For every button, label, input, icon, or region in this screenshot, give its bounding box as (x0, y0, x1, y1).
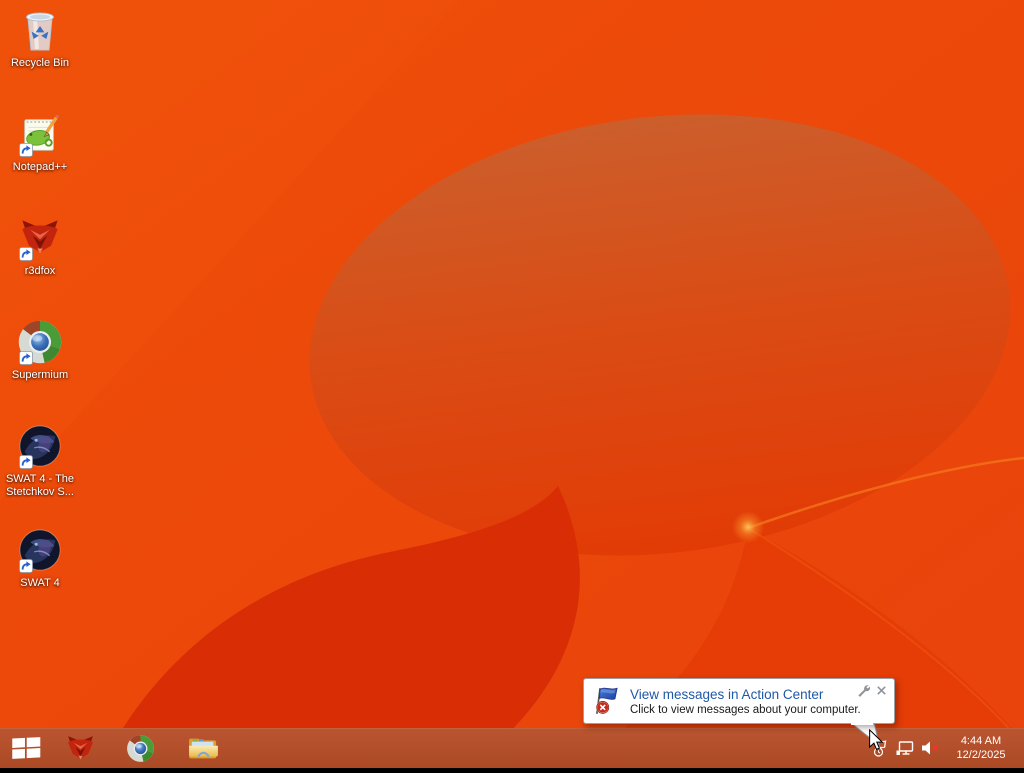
notification-body: Click to view messages about your comput… (630, 703, 861, 716)
icon-label: r3dfox (24, 265, 56, 277)
r3dfox-icon (65, 733, 96, 764)
taskbar-item-r3dfox[interactable] (58, 728, 102, 768)
icon-label: SWAT 4 (20, 577, 60, 589)
volume-muted-icon (919, 737, 941, 759)
r3dfox-icon (16, 214, 64, 262)
network-icon (895, 737, 917, 759)
taskbar-item-file-explorer[interactable] (181, 728, 225, 768)
notification-title: View messages in Action Center (630, 686, 824, 702)
swat4-icon (16, 526, 64, 574)
tray-volume-button[interactable] (918, 728, 942, 768)
action-center-flag-error-icon (591, 685, 623, 717)
clock-date: 12/2/2025 (956, 749, 1006, 761)
icon-label: Supermium (11, 369, 69, 381)
tray-network-button[interactable] (894, 728, 918, 768)
icon-label: Notepad++ (12, 161, 68, 173)
icon-label: SWAT 4 - The Stetchkov S... (5, 473, 75, 498)
desktop-icon-r3dfox[interactable]: r3dfox (1, 214, 79, 278)
notification-balloon[interactable]: View messages in Action Center Click to … (583, 678, 895, 724)
desktop-icon-recycle-bin[interactable]: Recycle Bin (1, 6, 79, 70)
close-icon[interactable] (876, 685, 887, 696)
desktop-wallpaper (0, 0, 1024, 768)
supermium-icon (126, 734, 155, 763)
shortcut-arrow-icon (19, 143, 33, 157)
folder-icon (187, 735, 220, 762)
windows-start-icon (12, 737, 41, 760)
shortcut-arrow-icon (19, 247, 33, 261)
shortcut-arrow-icon (19, 455, 33, 469)
notepadpp-icon (16, 110, 64, 158)
recycle-bin-icon (16, 6, 64, 54)
clock-time: 4:44 AM (960, 735, 1002, 747)
desktop-icon-swat4-stetchkov[interactable]: SWAT 4 - The Stetchkov S... (1, 422, 79, 499)
desktop-icon-supermium[interactable]: Supermium (1, 318, 79, 382)
shortcut-arrow-icon (19, 559, 33, 573)
mouse-cursor (869, 729, 883, 751)
settings-wrench-icon[interactable] (857, 684, 870, 697)
supermium-icon (16, 318, 64, 366)
swat4-icon (16, 422, 64, 470)
taskbar-item-supermium[interactable] (118, 728, 162, 768)
balloon-tail-join (851, 722, 873, 725)
desktop-icon-notepadpp[interactable]: Notepad++ (1, 110, 79, 174)
shortcut-arrow-icon (19, 351, 33, 365)
icon-label: Recycle Bin (10, 57, 70, 69)
start-button[interactable] (4, 728, 48, 768)
desktop-icon-swat4[interactable]: SWAT 4 (1, 526, 79, 590)
taskbar-clock[interactable]: 4:44 AM 12/2/2025 (944, 734, 1018, 762)
